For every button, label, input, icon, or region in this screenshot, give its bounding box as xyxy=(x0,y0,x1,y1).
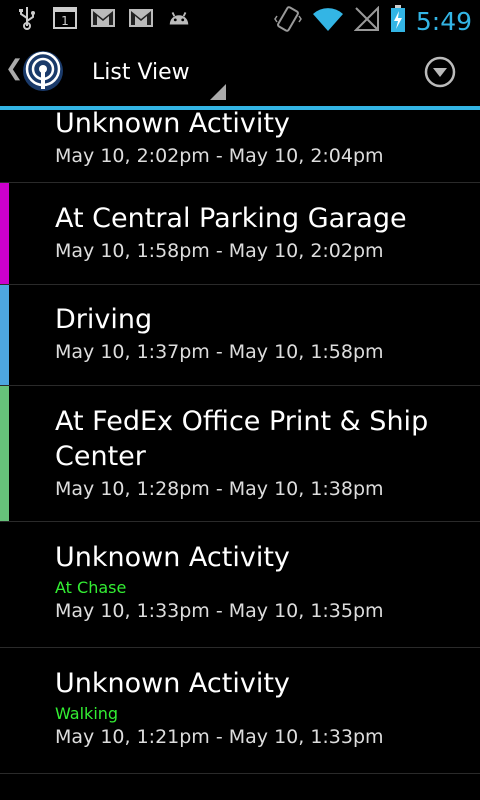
wifi-icon xyxy=(312,6,344,36)
overflow-menu-button[interactable] xyxy=(424,56,456,88)
status-bar: 1 5:49 xyxy=(0,0,480,38)
calendar-icon: 1 xyxy=(52,6,78,30)
activity-list[interactable]: Unknown Activity May 10, 2:02pm - May 10… xyxy=(0,110,480,800)
activity-subtitle: Walking xyxy=(55,704,119,723)
activity-time: May 10, 1:58pm - May 10, 2:02pm xyxy=(55,240,384,262)
list-item[interactable]: Driving May 10, 1:37pm - May 10, 1:58pm xyxy=(0,285,480,386)
up-caret-icon[interactable]: ❮ xyxy=(5,56,23,81)
activity-time: May 10, 1:28pm - May 10, 1:38pm xyxy=(55,478,384,500)
activity-time: May 10, 1:37pm - May 10, 1:58pm xyxy=(55,341,384,363)
activity-title: At FedEx Office Print & Ship Center xyxy=(55,406,429,472)
activity-color-bar xyxy=(0,648,9,773)
spinner-indicator-icon[interactable] xyxy=(210,84,226,100)
activity-color-bar xyxy=(0,386,9,521)
calendar-day: 1 xyxy=(61,14,69,28)
list-item[interactable]: Unknown Activity At Chase May 10, 1:33pm… xyxy=(0,522,480,648)
activity-time: May 10, 1:21pm - May 10, 1:33pm xyxy=(55,726,384,748)
chevron-down-circle-icon xyxy=(424,56,456,88)
notification-icons: 1 xyxy=(14,6,192,30)
battery-charging-icon xyxy=(390,5,406,37)
activity-title: Unknown Activity xyxy=(55,542,290,573)
usb-icon xyxy=(14,6,40,30)
action-bar: ❮ List View xyxy=(0,38,480,106)
list-item[interactable]: At Central Parking Garage May 10, 1:58pm… xyxy=(0,183,480,285)
status-clock: 5:49 xyxy=(415,6,472,36)
activity-color-bar xyxy=(0,522,9,647)
vibrate-icon xyxy=(273,4,302,38)
activity-color-bar xyxy=(0,183,9,284)
activity-title: Driving xyxy=(55,304,153,335)
list-item[interactable]: At FedEx Office Print & Ship Center May … xyxy=(0,386,480,522)
gmail-icon xyxy=(90,6,116,30)
gmail-icon xyxy=(128,6,154,30)
activity-time: May 10, 2:02pm - May 10, 2:04pm xyxy=(55,145,384,167)
activity-color-bar xyxy=(0,110,9,182)
activity-time: May 10, 1:33pm - May 10, 1:35pm xyxy=(55,600,384,622)
activity-title: At Central Parking Garage xyxy=(55,203,407,234)
app-icon[interactable] xyxy=(22,50,64,92)
android-icon xyxy=(166,6,192,30)
activity-subtitle: At Chase xyxy=(55,578,127,597)
system-icons: 5:49 xyxy=(273,4,472,38)
list-item[interactable]: Unknown Activity Walking May 10, 1:21pm … xyxy=(0,648,480,774)
activity-title: Unknown Activity xyxy=(55,668,290,699)
activity-title: Unknown Activity xyxy=(55,110,290,139)
page-title[interactable]: List View xyxy=(92,60,190,85)
activity-color-bar xyxy=(0,285,9,385)
list-item[interactable]: Unknown Activity May 10, 2:02pm - May 10… xyxy=(0,110,480,183)
signal-icon xyxy=(353,5,380,36)
